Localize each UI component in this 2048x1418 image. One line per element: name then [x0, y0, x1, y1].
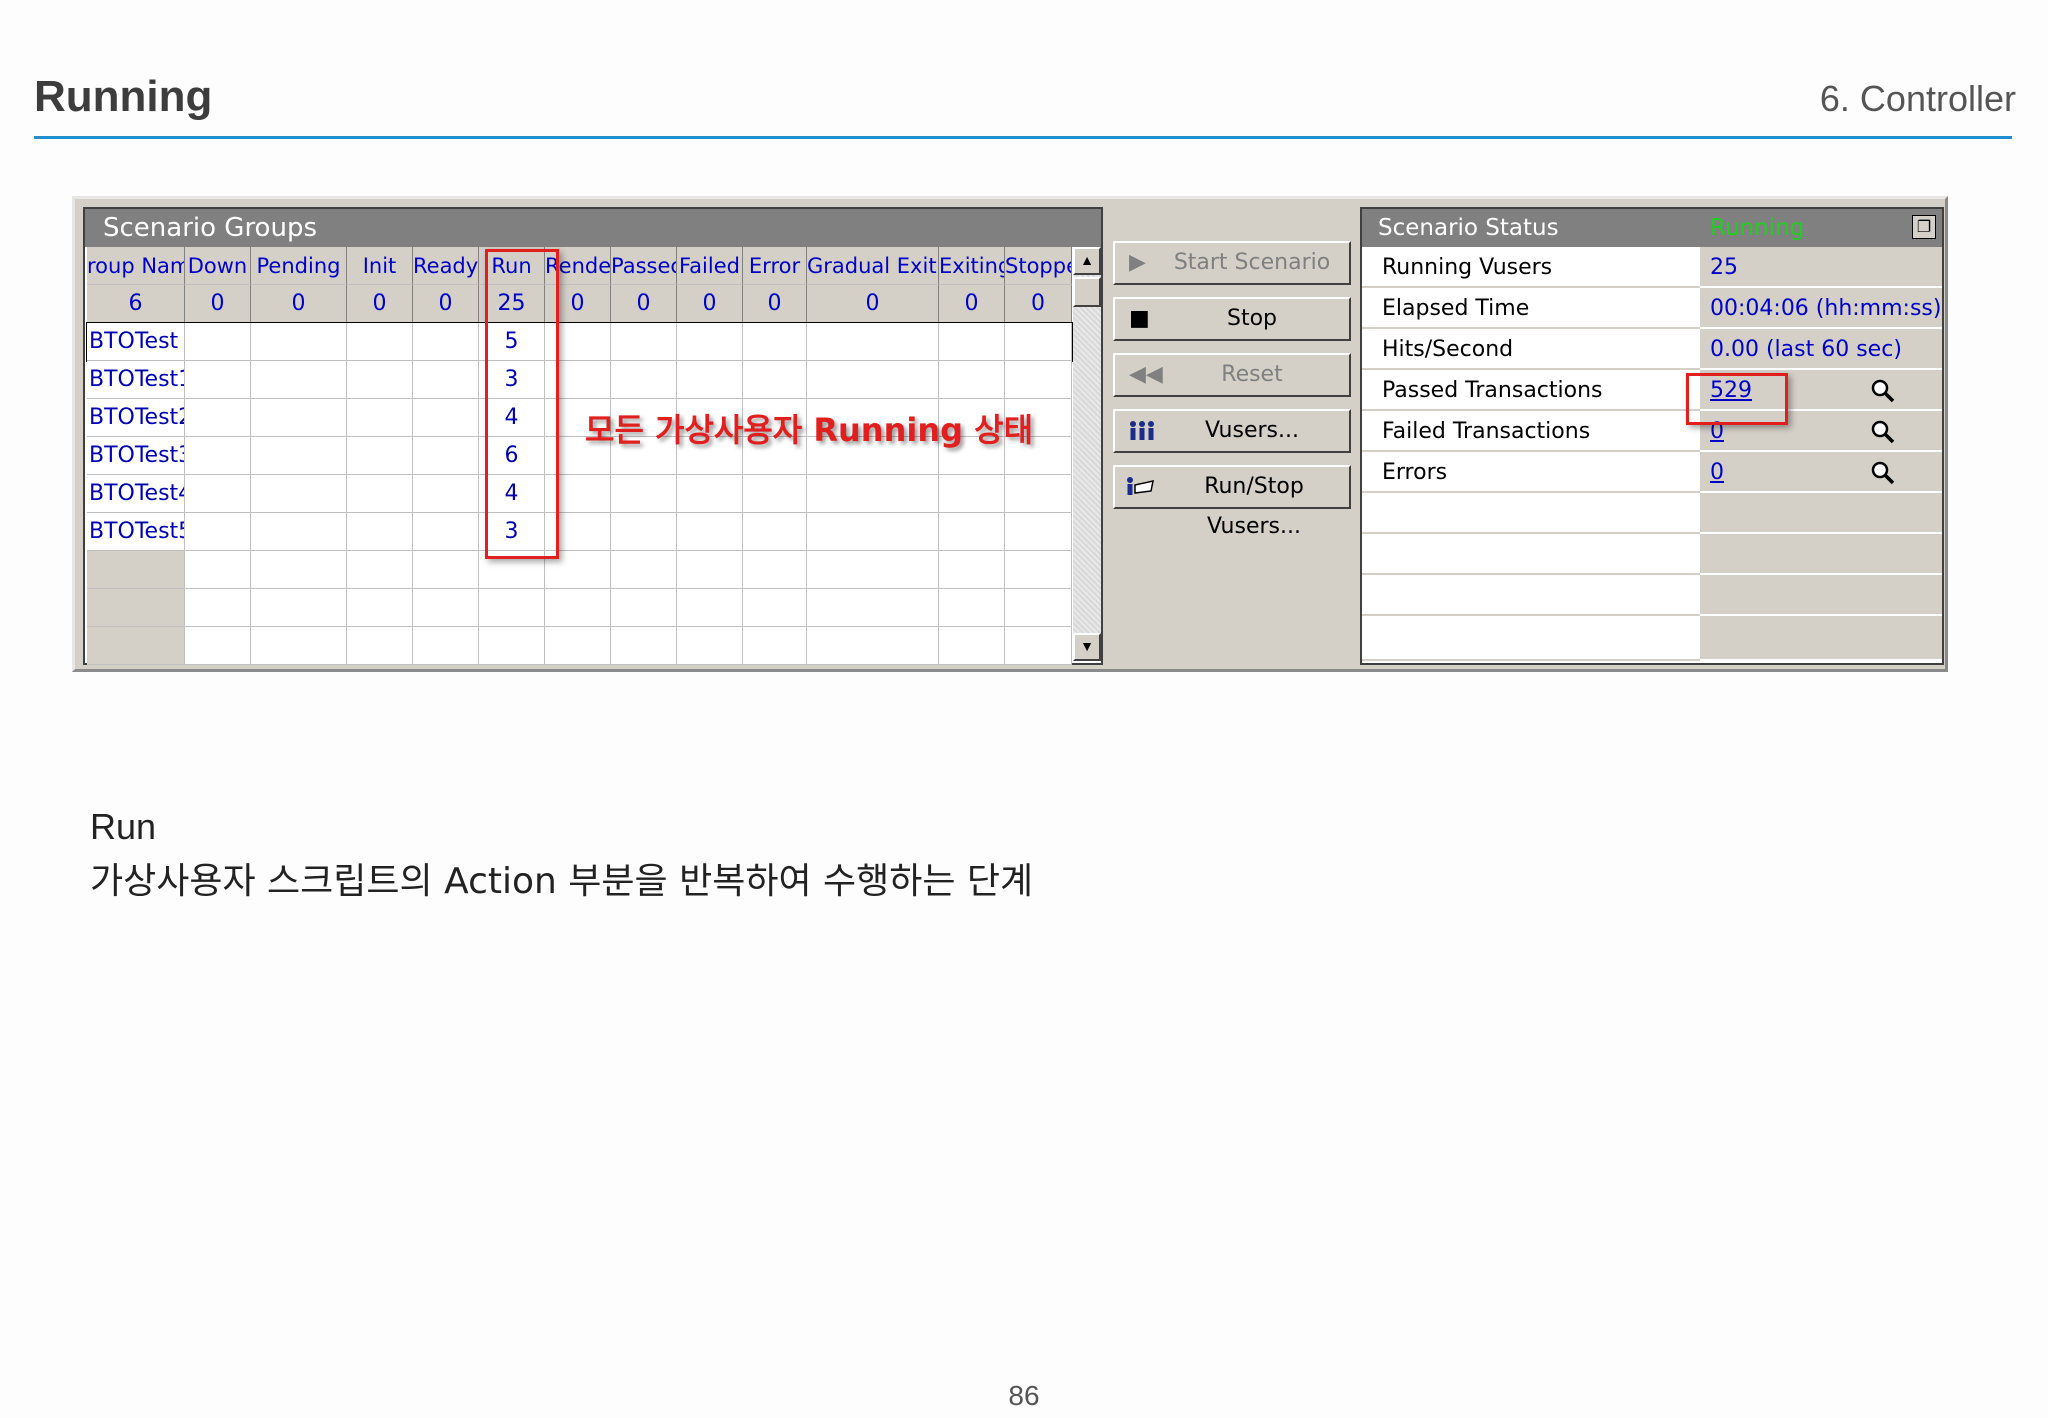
column-header-gradual-exiting[interactable]: Gradual Exiting: [807, 247, 939, 285]
status-row-errors: Errors 0: [1362, 452, 1942, 493]
table-row[interactable]: BTOTest 5: [86, 322, 1073, 362]
total-cell: 0: [1005, 285, 1072, 323]
scenario-buttons: ▶ Start Scenario ■ Stop ◀◀ Reset Vusers.…: [1111, 207, 1357, 665]
status-row-elapsed-time: Elapsed Time 00:04:06 (hh:mm:ss): [1362, 288, 1942, 329]
table-row[interactable]: BTOTest1 3: [87, 361, 1072, 399]
total-cell: 0: [347, 285, 413, 323]
run-annotation: 모든 가상사용자 Running 상태: [585, 411, 1034, 449]
run-stop-vusers-button[interactable]: Run/Stop Vusers...: [1113, 465, 1351, 539]
status-row-empty: [1362, 616, 1942, 661]
start-scenario-button[interactable]: ▶ Start Scenario: [1113, 241, 1351, 285]
column-header-failed[interactable]: Failed: [677, 247, 743, 285]
scenario-status-header: Scenario Status Running ❐: [1362, 209, 1942, 247]
total-cell: 0: [807, 285, 939, 323]
section-label: 6. Controller: [1819, 78, 2016, 119]
passed-transactions-highlight: [1686, 373, 1788, 425]
column-header-error[interactable]: Error: [743, 247, 807, 285]
scroll-up-icon[interactable]: ▲: [1073, 247, 1101, 275]
total-cell: 0: [251, 285, 347, 323]
table-row[interactable]: BTOTest4 4: [87, 475, 1072, 513]
restore-window-icon[interactable]: ❐: [1912, 215, 1936, 239]
grid-header-row: roup Nam Down Pending Init Ready Run Ren…: [87, 247, 1072, 285]
group-name-cell[interactable]: BTOTest2: [87, 399, 185, 437]
scenario-groups-title: Scenario Groups: [85, 209, 1101, 247]
status-row-empty: [1362, 575, 1942, 616]
total-cell: 0: [939, 285, 1005, 323]
empty-row: [87, 627, 1072, 665]
column-header-down[interactable]: Down: [185, 247, 251, 285]
status-row-passed-transactions: Passed Transactions 529: [1362, 370, 1942, 411]
total-cell: 0: [677, 285, 743, 323]
magnifier-icon[interactable]: [1870, 419, 1896, 445]
status-row-empty: [1362, 534, 1942, 575]
stop-button[interactable]: ■ Stop: [1113, 297, 1351, 341]
run-column-highlight: [485, 249, 559, 559]
empty-row: [87, 589, 1072, 627]
column-header-passed[interactable]: Passec: [611, 247, 677, 285]
total-cell: 0: [611, 285, 677, 323]
title-divider: [34, 136, 2012, 139]
run-stop-vusers-icon: [1125, 475, 1154, 499]
errors-link[interactable]: 0: [1710, 452, 1724, 493]
status-row-empty: [1362, 493, 1942, 534]
scroll-thumb[interactable]: [1073, 277, 1101, 307]
scenario-state: Running: [1710, 215, 1805, 241]
play-icon: ▶: [1129, 250, 1146, 275]
group-name-cell[interactable]: BTOTest1: [87, 361, 185, 399]
total-cell: 0: [413, 285, 479, 323]
vusers-button[interactable]: Vusers...: [1113, 409, 1351, 453]
vusers-icon: [1129, 419, 1155, 443]
vertical-scrollbar[interactable]: ▲ ▼: [1073, 247, 1101, 661]
total-cell: 0: [185, 285, 251, 323]
scenario-status-title: Scenario Status: [1378, 215, 1559, 241]
controller-screenshot: Scenario Groups roup Nam Down Pending In…: [72, 196, 1948, 672]
stop-icon: ■: [1129, 306, 1150, 331]
description-text: 가상사용자 스크립트의 Action 부분을 반복하여 수행하는 단계: [90, 861, 1034, 902]
total-cell: 6: [87, 285, 185, 323]
status-row-hits-second: Hits/Second 0.00 (last 60 sec): [1362, 329, 1942, 370]
column-header-exiting[interactable]: Exiting: [939, 247, 1005, 285]
column-header-ready[interactable]: Ready: [413, 247, 479, 285]
scenario-status-panel: Scenario Status Running ❐ Running Vusers…: [1360, 207, 1944, 665]
group-name-cell[interactable]: BTOTest4: [87, 475, 185, 513]
rewind-icon: ◀◀: [1129, 362, 1163, 387]
scroll-down-icon[interactable]: ▼: [1073, 633, 1101, 661]
table-row[interactable]: BTOTest5 3: [87, 513, 1072, 551]
description-heading: Run: [90, 806, 157, 847]
column-header-group-name[interactable]: roup Nam: [87, 247, 185, 285]
page-number: 86: [1008, 1380, 1040, 1411]
scenario-groups-panel: Scenario Groups roup Nam Down Pending In…: [83, 207, 1103, 665]
group-name-cell[interactable]: BTOTest5: [87, 513, 185, 551]
reset-button[interactable]: ◀◀ Reset: [1113, 353, 1351, 397]
status-row-running-vusers: Running Vusers 25: [1362, 247, 1942, 288]
total-cell: 0: [743, 285, 807, 323]
scenario-groups-grid: roup Nam Down Pending Init Ready Run Ren…: [86, 247, 1073, 665]
slide-title: Running: [34, 72, 213, 121]
status-value: 0.00 (last 60 sec): [1710, 337, 1902, 362]
magnifier-icon[interactable]: [1870, 460, 1896, 486]
group-name-cell[interactable]: BTOTest: [87, 323, 185, 361]
column-header-stopped[interactable]: Stoppec: [1005, 247, 1072, 285]
column-header-pending[interactable]: Pending: [251, 247, 347, 285]
status-row-failed-transactions: Failed Transactions 0: [1362, 411, 1942, 452]
column-header-init[interactable]: Init: [347, 247, 413, 285]
empty-row: [87, 551, 1072, 589]
status-value: 25: [1710, 255, 1738, 280]
group-name-cell[interactable]: BTOTest3: [87, 437, 185, 475]
status-value: 00:04:06 (hh:mm:ss): [1710, 296, 1942, 321]
grid-totals-row: 6 0 0 0 0 25 0 0 0 0 0 0 0: [87, 285, 1072, 323]
magnifier-icon[interactable]: [1870, 378, 1896, 404]
